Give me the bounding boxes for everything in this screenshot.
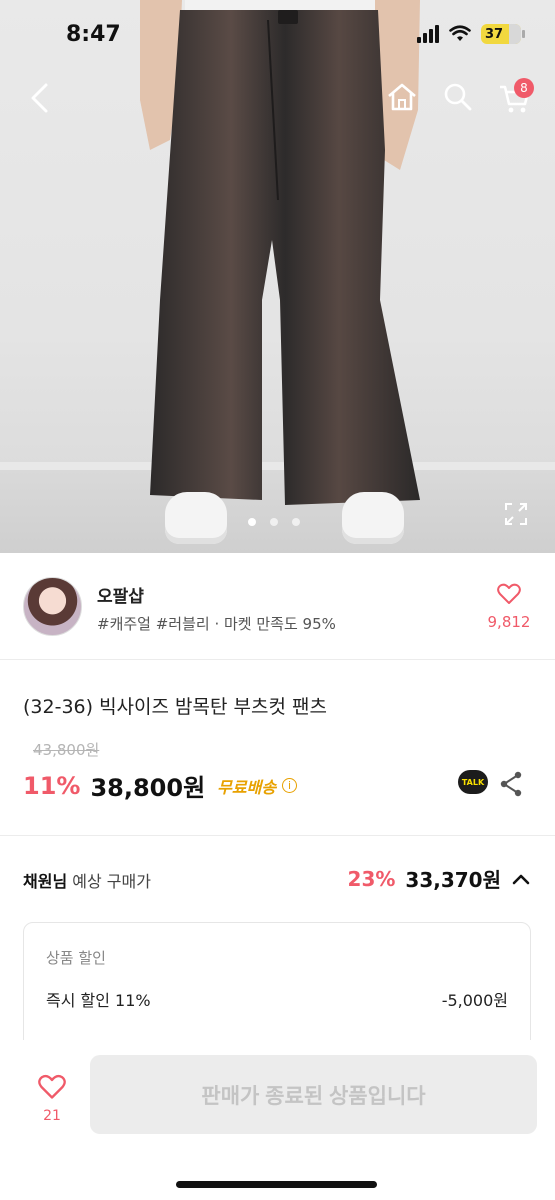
expected-discount-rate: 23%: [347, 866, 396, 891]
home-icon: [388, 83, 416, 111]
home-indicator: [176, 1181, 377, 1188]
original-price: 43,800원: [33, 741, 100, 759]
carousel-dot[interactable]: [292, 518, 300, 526]
expected-price-text: 예상 구매가: [72, 872, 151, 891]
talk-label: TALK: [461, 777, 485, 787]
chevron-left-icon: [31, 83, 48, 113]
seller-section[interactable]: 오팔샵 #캐주얼 #러블리 · 마켓 만족도 95% 9,812: [0, 553, 555, 660]
section-divider: [0, 835, 555, 836]
discount-rate: 11%: [23, 771, 81, 800]
instant-discount-value: -5,000원: [441, 991, 508, 1010]
expected-price-toggle[interactable]: 23% 33,370원: [348, 864, 531, 893]
expected-price-label: 채원님 예상 구매가: [23, 868, 151, 892]
seller-like-count: 9,812: [487, 613, 531, 631]
heart-icon: [38, 1074, 66, 1099]
user-name: 채원님: [23, 872, 68, 891]
cart-count-badge: 8: [514, 78, 534, 98]
share-icon: [500, 771, 522, 797]
product-title: (32-36) 빅사이즈 밤목탄 부츠컷 팬츠: [23, 696, 327, 718]
free-shipping-label: 무료배송: [217, 777, 277, 797]
heart-icon: [497, 583, 521, 604]
chevron-up-icon: [512, 874, 530, 884]
seller-tags: #캐주얼 #러블리 · 마켓 만족도 95%: [97, 615, 336, 633]
instant-discount-label: 즉시 할인 11%: [46, 991, 151, 1010]
seller-like-button[interactable]: 9,812: [487, 583, 531, 631]
status-time: 8:47: [66, 22, 121, 47]
carousel-dot[interactable]: [270, 518, 278, 526]
battery-level: 37: [485, 26, 504, 42]
carousel-indicator: [248, 518, 300, 526]
sale-price: 38,800원: [90, 774, 206, 802]
product-image[interactable]: 8:47 37 8: [0, 0, 555, 553]
sold-out-button[interactable]: 판매가 종료된 상품입니다: [90, 1055, 537, 1134]
fullscreen-button[interactable]: [503, 501, 529, 527]
status-bar: 8:47 37: [0, 0, 555, 70]
back-button[interactable]: [26, 82, 52, 114]
kakaotalk-button[interactable]: TALK: [458, 770, 488, 794]
wish-button[interactable]: 21: [34, 1074, 70, 1124]
left-shoe: [165, 492, 227, 544]
seller-avatar[interactable]: [23, 577, 82, 636]
carousel-dot[interactable]: [248, 518, 256, 526]
home-button[interactable]: [386, 82, 418, 112]
battery-icon: 37: [481, 24, 525, 44]
expand-icon: [505, 503, 527, 525]
info-icon[interactable]: i: [282, 778, 298, 793]
seller-name[interactable]: 오팔샵: [97, 582, 144, 607]
signal-icon: [417, 25, 439, 43]
expected-price-value: 33,370원: [405, 868, 501, 892]
search-icon: [444, 83, 472, 111]
right-shoe: [342, 492, 404, 544]
share-button[interactable]: [499, 771, 523, 801]
wish-count: 21: [43, 1108, 61, 1124]
search-button[interactable]: [443, 82, 473, 112]
discount-detail-box: 상품 할인 즉시 할인 11% -5,000원: [23, 922, 531, 1052]
wifi-icon: [449, 25, 471, 41]
bottom-action-bar: 21 판매가 종료된 상품입니다: [0, 1040, 555, 1200]
discount-detail-heading: 상품 할인: [46, 949, 106, 967]
price-row: 11% 38,800원 무료배송 i: [23, 768, 298, 803]
